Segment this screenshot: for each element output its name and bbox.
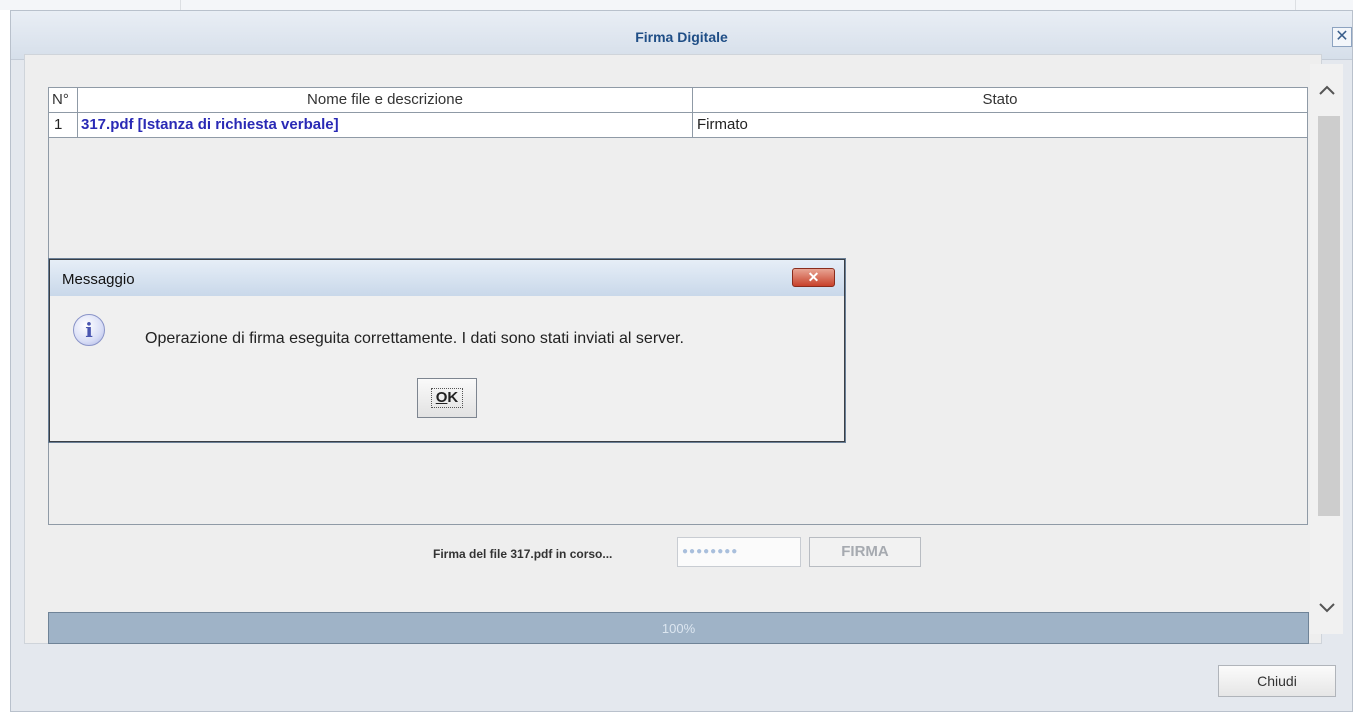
- message-dialog: Messaggio ✕ i Operazione di firma esegui…: [48, 258, 846, 443]
- row-status: Firmato: [697, 116, 748, 133]
- chiudi-button[interactable]: Chiudi: [1218, 665, 1336, 697]
- window-title: Firma Digitale: [635, 29, 728, 45]
- ok-label-rest: K: [447, 389, 459, 406]
- signing-status-row: Firma del file 317.pdf in corso... ●●●●●…: [48, 537, 1308, 569]
- background-top-strip: [0, 0, 1353, 10]
- background-separator: [180, 0, 181, 10]
- window-title-bar[interactable]: Firma Digitale ✕: [11, 11, 1352, 60]
- progress-label: 100%: [661, 621, 696, 636]
- firma-button[interactable]: FIRMA: [809, 537, 921, 567]
- ok-button[interactable]: OK: [417, 378, 477, 418]
- close-icon[interactable]: ✕: [792, 268, 835, 287]
- column-header-number[interactable]: N°: [49, 88, 78, 112]
- vertical-scrollbar[interactable]: [1310, 64, 1343, 634]
- column-header-status[interactable]: Stato: [693, 88, 1307, 112]
- file-name-link[interactable]: 317.pdf [Istanza di richiesta verbale]: [78, 113, 693, 137]
- close-icon[interactable]: ✕: [1332, 27, 1352, 47]
- table-header: N° Nome file e descrizione Stato: [49, 88, 1307, 113]
- background-separator: [1295, 0, 1296, 10]
- dialog-title: Messaggio: [62, 271, 135, 288]
- dialog-message: Operazione di firma eseguita correttamen…: [145, 330, 684, 347]
- pin-field[interactable]: ●●●●●●●●: [677, 537, 801, 567]
- chevron-up-icon[interactable]: [1310, 74, 1343, 104]
- scrollbar-thumb[interactable]: [1318, 116, 1340, 516]
- ok-mnemonic: O: [435, 389, 448, 406]
- info-icon: i: [73, 314, 105, 346]
- ok-button-label: OK: [430, 388, 464, 408]
- chevron-down-icon[interactable]: [1310, 592, 1343, 622]
- progress-bar: 100%: [48, 612, 1309, 644]
- row-number: 1: [49, 113, 78, 137]
- table-row[interactable]: 1 317.pdf [Istanza di richiesta verbale]…: [49, 113, 1307, 138]
- column-header-filename[interactable]: Nome file e descrizione: [78, 88, 693, 112]
- dialog-title-bar[interactable]: Messaggio ✕: [50, 260, 844, 296]
